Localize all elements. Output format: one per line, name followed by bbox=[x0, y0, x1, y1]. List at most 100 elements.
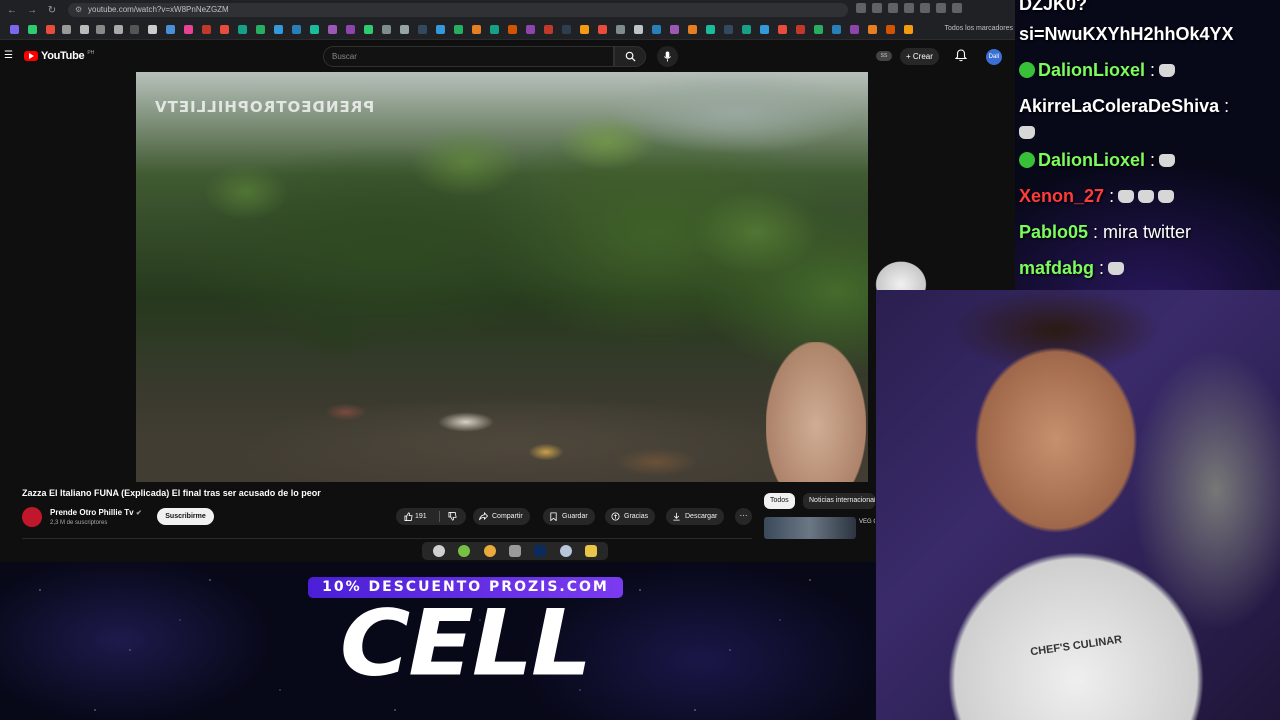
bookmark-icon[interactable] bbox=[724, 25, 733, 34]
subscribe-button[interactable]: Suscribirme bbox=[157, 508, 214, 525]
bookmark-icon[interactable] bbox=[96, 25, 105, 34]
bookmark-star-icon[interactable] bbox=[872, 3, 882, 13]
photoshop-app-icon[interactable] bbox=[534, 545, 547, 557]
bookmarks-folder[interactable]: Todos los marcadores bbox=[945, 25, 1013, 32]
messaging-app-icon[interactable] bbox=[458, 545, 471, 557]
bookmark-icon[interactable] bbox=[202, 25, 211, 34]
cat-emote-icon bbox=[1159, 154, 1176, 167]
bookmark-icon[interactable] bbox=[850, 25, 859, 34]
bookmark-icon[interactable] bbox=[832, 25, 841, 34]
bookmark-icon[interactable] bbox=[706, 25, 715, 34]
bookmark-icon[interactable] bbox=[796, 25, 805, 34]
bookmark-icon[interactable] bbox=[328, 25, 337, 34]
discord-app-icon[interactable] bbox=[559, 545, 572, 557]
bookmark-icon[interactable] bbox=[562, 25, 571, 34]
bookmark-icon[interactable] bbox=[238, 25, 247, 34]
bookmark-icon[interactable] bbox=[80, 25, 89, 34]
bookmark-icon[interactable] bbox=[220, 25, 229, 34]
bookmark-icon[interactable] bbox=[598, 25, 607, 34]
bookmark-icon[interactable] bbox=[508, 25, 517, 34]
bookmark-icon[interactable] bbox=[688, 25, 697, 34]
bookmark-icon[interactable] bbox=[490, 25, 499, 34]
share-icon[interactable] bbox=[856, 3, 866, 13]
bookmark-icon[interactable] bbox=[130, 25, 139, 34]
save-button[interactable]: Guardar bbox=[543, 508, 595, 525]
chip-all[interactable]: Todos bbox=[764, 493, 795, 509]
bookmark-icon[interactable] bbox=[454, 25, 463, 34]
bookmark-icon[interactable] bbox=[310, 25, 319, 34]
recommended-video-thumbnail[interactable] bbox=[764, 517, 856, 539]
bookmark-icon[interactable] bbox=[10, 25, 19, 34]
address-bar[interactable]: ⚙ youtube.com/watch?v=xW8PnNeZGZM bbox=[68, 3, 848, 17]
download-button[interactable]: Descargar bbox=[666, 508, 725, 525]
like-count[interactable]: 191 bbox=[415, 508, 427, 525]
bookmark-icon[interactable] bbox=[114, 25, 123, 34]
recommended-video-title[interactable]: VEG COU bbox=[859, 518, 875, 527]
bookmark-icon[interactable] bbox=[868, 25, 877, 34]
bookmark-icon[interactable] bbox=[760, 25, 769, 34]
chat-message: DalionLioxel : bbox=[1019, 60, 1176, 81]
bookmark-icon[interactable] bbox=[256, 25, 265, 34]
youtube-logo[interactable]: YouTube PH bbox=[24, 50, 94, 62]
channel-avatar[interactable] bbox=[22, 507, 42, 527]
bookmark-icon[interactable] bbox=[778, 25, 787, 34]
bookmark-icon[interactable] bbox=[634, 25, 643, 34]
thumbs-up-icon[interactable] bbox=[404, 512, 413, 521]
voice-search-button[interactable] bbox=[657, 46, 678, 67]
share-button[interactable]: Compartir bbox=[473, 508, 530, 525]
opera-app-icon[interactable] bbox=[432, 545, 445, 557]
file-explorer-icon[interactable] bbox=[585, 545, 598, 557]
chip-international-news[interactable]: Noticias internacionales bbox=[803, 493, 875, 509]
bookmark-icon[interactable] bbox=[148, 25, 157, 34]
profile-icon[interactable] bbox=[952, 3, 962, 13]
bookmark-icon[interactable] bbox=[292, 25, 301, 34]
thumbs-down-icon[interactable] bbox=[448, 512, 457, 521]
bookmark-icon[interactable] bbox=[184, 25, 193, 34]
bookmark-icon[interactable] bbox=[544, 25, 553, 34]
extension-icon[interactable] bbox=[904, 3, 914, 13]
video-player[interactable]: PRENDEOTROPHILLIETV bbox=[136, 72, 868, 482]
bookmark-icon[interactable] bbox=[814, 25, 823, 34]
bookmark-icon[interactable] bbox=[400, 25, 409, 34]
bookmark-icon[interactable] bbox=[616, 25, 625, 34]
create-button[interactable]: + Crear bbox=[900, 48, 939, 65]
bookmark-icon[interactable] bbox=[904, 25, 913, 34]
extension-icon[interactable] bbox=[888, 3, 898, 13]
reload-icon[interactable]: ↻ bbox=[44, 2, 60, 18]
bookmark-icon[interactable] bbox=[670, 25, 679, 34]
more-actions-button[interactable]: ··· bbox=[735, 508, 752, 525]
header-badge[interactable]: SS bbox=[876, 51, 892, 61]
bookmark-icon[interactable] bbox=[28, 25, 37, 34]
chrome-app-icon[interactable] bbox=[483, 545, 496, 557]
bookmark-icon[interactable] bbox=[742, 25, 751, 34]
bookmark-icon[interactable] bbox=[382, 25, 391, 34]
account-avatar[interactable]: Dalí bbox=[986, 49, 1002, 65]
promo-code: CELL bbox=[339, 589, 592, 697]
forward-icon[interactable]: → bbox=[24, 2, 40, 18]
back-icon[interactable]: ← bbox=[4, 2, 20, 18]
bookmark-icon[interactable] bbox=[274, 25, 283, 34]
menu-icon[interactable]: ☰ bbox=[4, 50, 13, 61]
notifications-bell-icon[interactable] bbox=[955, 49, 967, 62]
thanks-button[interactable]: Gracias bbox=[605, 508, 656, 525]
bookmark-icon[interactable] bbox=[62, 25, 71, 34]
bookmark-icon[interactable] bbox=[472, 25, 481, 34]
chat-badge-icon bbox=[1019, 152, 1035, 168]
puzzle-icon[interactable] bbox=[920, 3, 930, 13]
bookmark-icon[interactable] bbox=[364, 25, 373, 34]
site-info-icon[interactable]: ⚙ bbox=[75, 3, 82, 17]
bookmark-icon[interactable] bbox=[580, 25, 589, 34]
bookmark-icon[interactable] bbox=[418, 25, 427, 34]
search-input[interactable]: Buscar bbox=[323, 46, 614, 67]
bookmark-icon[interactable] bbox=[346, 25, 355, 34]
bookmark-icon[interactable] bbox=[886, 25, 895, 34]
utility-app-icon[interactable] bbox=[508, 545, 521, 557]
search-button[interactable] bbox=[614, 46, 646, 67]
bookmark-icon[interactable] bbox=[166, 25, 175, 34]
bookmark-icon[interactable] bbox=[652, 25, 661, 34]
channel-name[interactable]: Prende Otro Phillie Tv ✔ bbox=[50, 508, 142, 517]
bookmark-icon[interactable] bbox=[526, 25, 535, 34]
bookmark-icon[interactable] bbox=[436, 25, 445, 34]
menu-icon[interactable] bbox=[936, 3, 946, 13]
bookmark-icon[interactable] bbox=[46, 25, 55, 34]
